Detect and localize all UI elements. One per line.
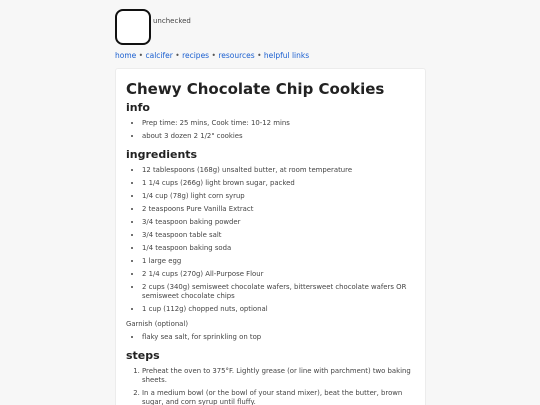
steps-heading: steps bbox=[126, 349, 160, 362]
ingredients-heading: ingredients bbox=[126, 148, 198, 161]
page: unchecked home • calcifer • recipes • re… bbox=[0, 0, 540, 405]
ingredient-item: 3/4 teaspoon baking powder bbox=[142, 218, 415, 227]
unchecked-checkbox[interactable] bbox=[115, 9, 151, 45]
nav-separator: • bbox=[257, 51, 262, 60]
step-item: Preheat the oven to 375°F. Lightly greas… bbox=[142, 367, 415, 385]
nav-link-resources[interactable]: resources bbox=[218, 51, 254, 60]
info-list: Prep time: 25 mins, Cook time: 10-12 min… bbox=[126, 119, 415, 141]
ingredient-item: 1 cup (112g) chopped nuts, optional bbox=[142, 305, 415, 314]
ingredient-item: 3/4 teaspoon table salt bbox=[142, 231, 415, 240]
nav-separator: • bbox=[211, 51, 216, 60]
step-item: In a medium bowl (or the bowl of your st… bbox=[142, 389, 415, 405]
nav-link-helpful-links[interactable]: helpful links bbox=[264, 51, 309, 60]
nav-link-home[interactable]: home bbox=[115, 51, 136, 60]
header: unchecked home • calcifer • recipes • re… bbox=[115, 8, 425, 61]
checkbox-state-label: unchecked bbox=[153, 17, 191, 25]
ingredient-item: 2 teaspoons Pure Vanilla Extract bbox=[142, 205, 415, 214]
garnish-item: flaky sea salt, for sprinkling on top bbox=[142, 333, 415, 342]
nav-link-recipes[interactable]: recipes bbox=[182, 51, 209, 60]
ingredient-item: 12 tablespoons (168g) unsalted butter, a… bbox=[142, 166, 415, 175]
toggle-row: unchecked bbox=[115, 8, 425, 50]
garnish-heading: Garnish (optional) bbox=[126, 320, 189, 328]
nav-separator: • bbox=[138, 51, 144, 60]
info-item: about 3 dozen 2 1/2" cookies bbox=[142, 132, 415, 141]
recipe-title: Chewy Chocolate Chip Cookies bbox=[126, 80, 385, 98]
ingredient-item: 1 1/4 cups (266g) light brown sugar, pac… bbox=[142, 179, 415, 188]
steps-list: Preheat the oven to 375°F. Lightly greas… bbox=[126, 367, 415, 405]
ingredient-item: 2 cups (340g) semisweet chocolate wafers… bbox=[142, 283, 415, 301]
nav-link-calcifer[interactable]: calcifer bbox=[145, 51, 172, 60]
ingredient-item: 1/4 teaspoon baking soda bbox=[142, 244, 415, 253]
ingredient-item: 1 large egg bbox=[142, 257, 415, 266]
top-nav: home • calcifer • recipes • resources • … bbox=[115, 51, 425, 61]
info-item: Prep time: 25 mins, Cook time: 10-12 min… bbox=[142, 119, 415, 128]
info-heading: info bbox=[126, 101, 150, 114]
nav-separator: • bbox=[175, 51, 180, 60]
recipe-card: Chewy Chocolate Chip Cookies info Prep t… bbox=[115, 68, 426, 405]
garnish-list: flaky sea salt, for sprinkling on top bbox=[126, 333, 415, 342]
ingredient-item: 2 1/4 cups (270g) All-Purpose Flour bbox=[142, 270, 415, 279]
ingredients-list: 12 tablespoons (168g) unsalted butter, a… bbox=[126, 166, 415, 314]
ingredient-item: 1/4 cup (78g) light corn syrup bbox=[142, 192, 415, 201]
